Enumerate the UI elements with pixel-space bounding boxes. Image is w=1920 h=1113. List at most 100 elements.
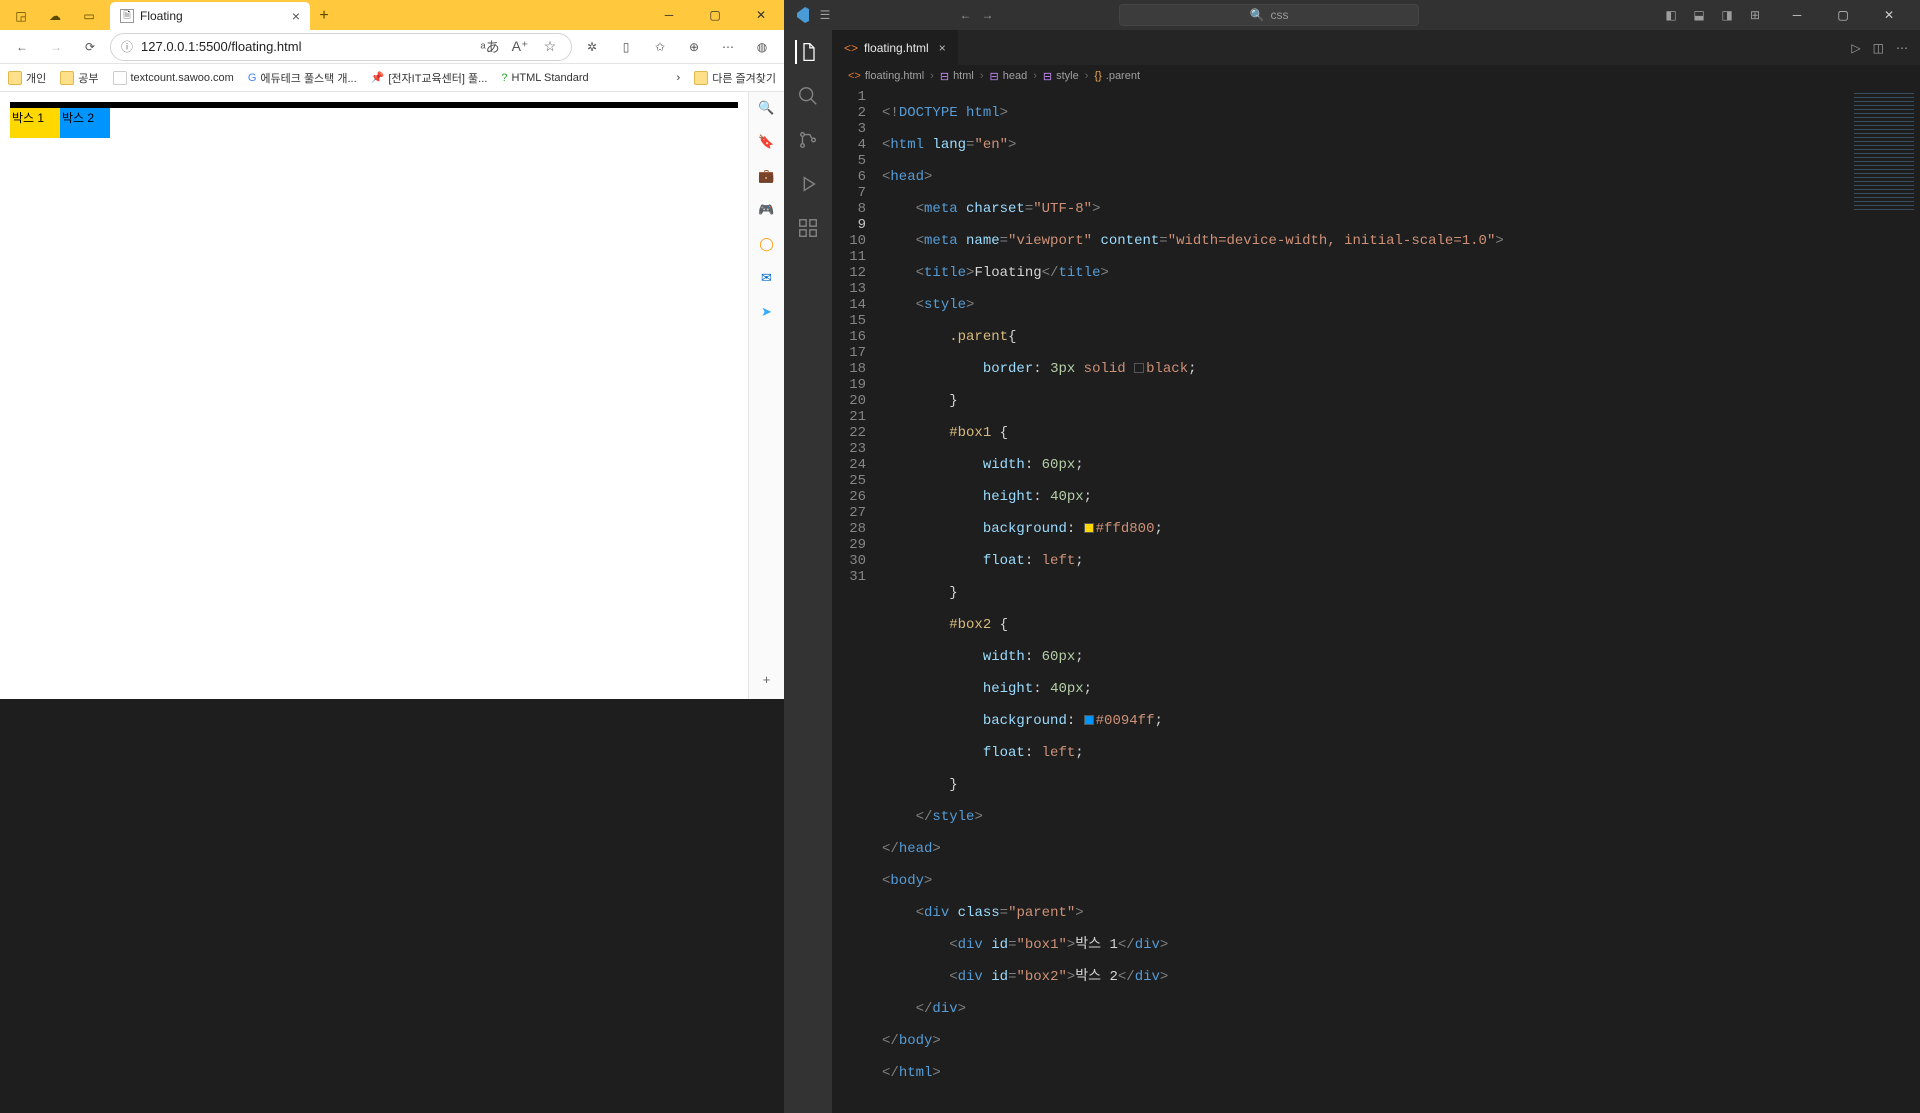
briefcase-icon[interactable]: 💼 [757, 166, 777, 186]
command-search[interactable]: 🔍 css [1119, 4, 1419, 26]
editor-area: <> floating.html × ▷ ◫ ⋯ <>floating.html… [832, 30, 1920, 1113]
file-icon: 🗎 [120, 9, 134, 23]
brace-icon: ⊟ [940, 70, 949, 83]
more-icon[interactable]: ⋯ [1896, 41, 1908, 55]
editor-actions: ▷ ◫ ⋯ [1839, 30, 1920, 65]
site-icon [113, 71, 127, 85]
pin-icon: 📌 [371, 71, 385, 84]
brace-icon: ⊟ [990, 70, 999, 83]
browser-tab[interactable]: 🗎 Floating × [110, 2, 310, 30]
window-controls: ─ ▢ ✕ [646, 0, 784, 30]
back-button[interactable]: ← [8, 33, 36, 61]
line-gutter: 1234567891011121314151617181920212223242… [832, 87, 878, 1113]
favorites-icon[interactable]: ✩ [646, 33, 674, 61]
circle-icon[interactable]: ◯ [757, 234, 777, 254]
viewport: 박스 1 박스 2 🔍 🔖 💼 🎮 ◯ ✉ ➤ + [0, 92, 784, 699]
extensions-icon[interactable] [796, 216, 820, 240]
bookmark-item[interactable]: ?HTML Standard [501, 72, 588, 84]
code-content[interactable]: <!DOCTYPE html> <html lang="en"> <head> … [878, 87, 1832, 1113]
bookmark-other[interactable]: 다른 즐겨찾기 [694, 70, 776, 86]
extensions-icon[interactable]: ✲ [578, 33, 606, 61]
bookmark-chevron[interactable]: › [677, 72, 681, 84]
tab-strip: ◲ ☁ ▭ 🗎 Floating × + ─ ▢ ✕ [0, 0, 784, 30]
layout-controls: ◧ ⬓ ◨ ⊞ [1658, 4, 1768, 26]
nav-forward-icon[interactable]: → [979, 6, 997, 24]
layout-bottom-icon[interactable]: ⬓ [1686, 4, 1712, 26]
nav-back-icon[interactable]: ← [957, 6, 975, 24]
new-tab-button[interactable]: + [310, 2, 338, 30]
code-editor[interactable]: 1234567891011121314151617181920212223242… [832, 87, 1920, 1113]
rendered-page: 박스 1 박스 2 [0, 92, 748, 699]
folder-icon [694, 71, 708, 85]
folder-icon [8, 71, 22, 85]
bookmark-item[interactable]: 개인 [8, 70, 46, 86]
split-icon[interactable]: ◫ [1873, 41, 1884, 55]
bookmarks-bar: 개인 공부 textcount.sawoo.com G에듀테크 풀스택 개...… [0, 64, 784, 92]
browser-window: ◲ ☁ ▭ 🗎 Floating × + ─ ▢ ✕ ← → ⟳ ⓘ 127.0… [0, 0, 784, 699]
tab-title: Floating [140, 9, 286, 23]
activity-bar [784, 30, 832, 1113]
bookmark-item[interactable]: textcount.sawoo.com [113, 71, 234, 85]
brace-icon: ⊟ [1043, 70, 1052, 83]
breadcrumb[interactable]: <>floating.html › ⊟html › ⊟head › ⊟style… [832, 65, 1920, 87]
close-window-button[interactable]: ✕ [1866, 0, 1912, 30]
layout-grid-icon[interactable]: ⊞ [1742, 4, 1768, 26]
sidebar-icon[interactable]: ▯ [612, 33, 640, 61]
games-icon[interactable]: 🎮 [757, 200, 777, 220]
menu-icon[interactable]: ☰ [816, 6, 834, 24]
close-tab-icon[interactable]: × [939, 41, 946, 55]
layout-left-icon[interactable]: ◧ [1658, 4, 1684, 26]
bookmark-item[interactable]: 공부 [60, 70, 98, 86]
window-controls: ─ ▢ ✕ [1774, 0, 1912, 30]
collection-icon[interactable]: ▭ [72, 2, 106, 30]
minimap[interactable] [1832, 87, 1920, 1113]
reader-icon[interactable]: A⁺ [509, 36, 531, 58]
search-icon: 🔍 [1250, 8, 1265, 22]
editor-tabs: <> floating.html × ▷ ◫ ⋯ [832, 30, 1920, 65]
close-tab-icon[interactable]: × [292, 8, 300, 24]
vscode-body: <> floating.html × ▷ ◫ ⋯ <>floating.html… [784, 30, 1920, 1113]
debug-icon[interactable] [796, 172, 820, 196]
translate-icon[interactable]: ᵃあ [479, 36, 501, 58]
search-icon[interactable]: 🔍 [757, 98, 777, 118]
editor-tab[interactable]: <> floating.html × [832, 30, 959, 65]
folder-icon [60, 71, 74, 85]
url-field[interactable]: ⓘ 127.0.0.1:5500/floating.html ᵃあ A⁺ ☆ [110, 33, 572, 61]
parent-div [10, 102, 738, 108]
mail-icon[interactable]: ✉ [757, 268, 777, 288]
minimize-button[interactable]: ─ [1774, 0, 1820, 30]
explorer-icon[interactable] [795, 40, 819, 64]
html-icon: <> [844, 41, 858, 55]
copilot-icon[interactable]: ◍ [748, 33, 776, 61]
edge-sidebar: 🔍 🔖 💼 🎮 ◯ ✉ ➤ + [748, 92, 784, 699]
forward-button[interactable]: → [42, 33, 70, 61]
maximize-button[interactable]: ▢ [1820, 0, 1866, 30]
collections-icon[interactable]: ⊕ [680, 33, 708, 61]
bookmark-item[interactable]: 📌[전자IT교육센터] 풀... [371, 70, 488, 86]
q-icon: ? [501, 72, 507, 84]
vscode-window: ☰ ← → 🔍 css ◧ ⬓ ◨ ⊞ ─ ▢ ✕ [784, 0, 1920, 699]
layout-right-icon[interactable]: ◨ [1714, 4, 1740, 26]
send-icon[interactable]: ➤ [757, 302, 777, 322]
vscode-logo-icon [792, 6, 810, 24]
maximize-button[interactable]: ▢ [692, 0, 738, 30]
workspace-icon[interactable]: ◲ [4, 2, 38, 30]
add-sidebar-icon[interactable]: + [757, 669, 777, 689]
close-window-button[interactable]: ✕ [738, 0, 784, 30]
run-icon[interactable]: ▷ [1851, 41, 1860, 55]
titlebar: ☰ ← → 🔍 css ◧ ⬓ ◨ ⊞ ─ ▢ ✕ [784, 0, 1920, 30]
bookmark-item[interactable]: G에듀테크 풀스택 개... [248, 70, 357, 86]
cloud-icon[interactable]: ☁ [38, 2, 72, 30]
address-bar: ← → ⟳ ⓘ 127.0.0.1:5500/floating.html ᵃあ … [0, 30, 784, 64]
html-icon: <> [848, 70, 861, 82]
favorite-icon[interactable]: ☆ [539, 36, 561, 58]
reload-button[interactable]: ⟳ [76, 33, 104, 61]
search-icon[interactable] [796, 84, 820, 108]
more-icon[interactable]: ⋯ [714, 33, 742, 61]
minimize-button[interactable]: ─ [646, 0, 692, 30]
box2: 박스 2 [60, 108, 110, 138]
source-control-icon[interactable] [796, 128, 820, 152]
tag-icon[interactable]: 🔖 [757, 132, 777, 152]
info-icon: ⓘ [121, 38, 133, 55]
url-text: 127.0.0.1:5500/floating.html [141, 39, 471, 54]
